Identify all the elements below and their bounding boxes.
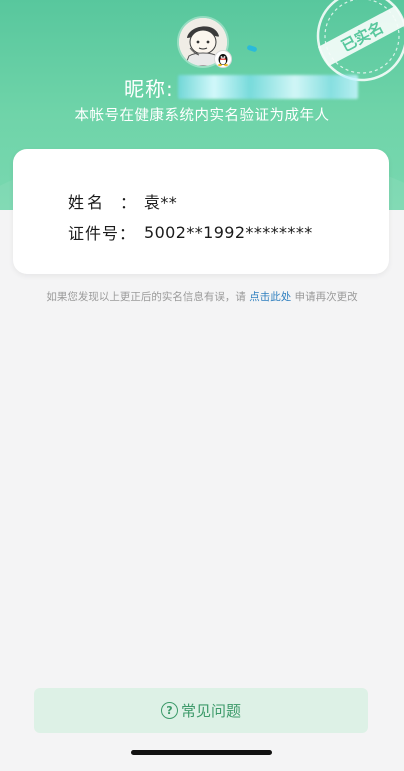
id-number-label: 证件号： [68,224,137,243]
question-circle-icon: ? [160,702,178,719]
decorative-mark [246,44,258,53]
click-here-link[interactable]: 点击此处 [249,291,291,303]
nickname-value-obscured [177,75,358,99]
home-indicator[interactable] [131,750,272,755]
name-label: 姓名 [68,193,107,212]
name-value: 袁** [144,193,178,212]
nickname-row: 昵称: [124,72,358,102]
identity-card: 姓名 ： 袁** 证件号： 5002**1992******** [13,149,389,274]
qq-penguin-icon [214,50,232,68]
faq-label: 常见问题 [180,702,241,720]
faq-button[interactable]: ? 常见问题 [34,688,368,733]
name-row: 姓名 ： 袁** [68,189,177,213]
nickname-label: 昵称: [124,76,174,101]
notice-text-before: 如果您发现以上更正后的实名信息有误，请 [46,291,250,303]
id-number-value: 5002**1992******** [144,222,313,242]
notice-text-after: 申请再次更改 [291,291,358,303]
name-colon: ： [120,193,137,212]
realname-info-page: 已实名 昵称: 本帐号在健康系统内实名验证为成年人 姓名 ： 袁** 证件号： … [0,0,404,771]
verification-subtitle: 本帐号在健康系统内实名验证为成年人 [74,108,330,124]
id-number-row: 证件号： 5002**1992******** [68,220,313,244]
correction-notice: 如果您发现以上更正后的实名信息有误，请 点击此处 申请再次更改 [0,289,404,304]
